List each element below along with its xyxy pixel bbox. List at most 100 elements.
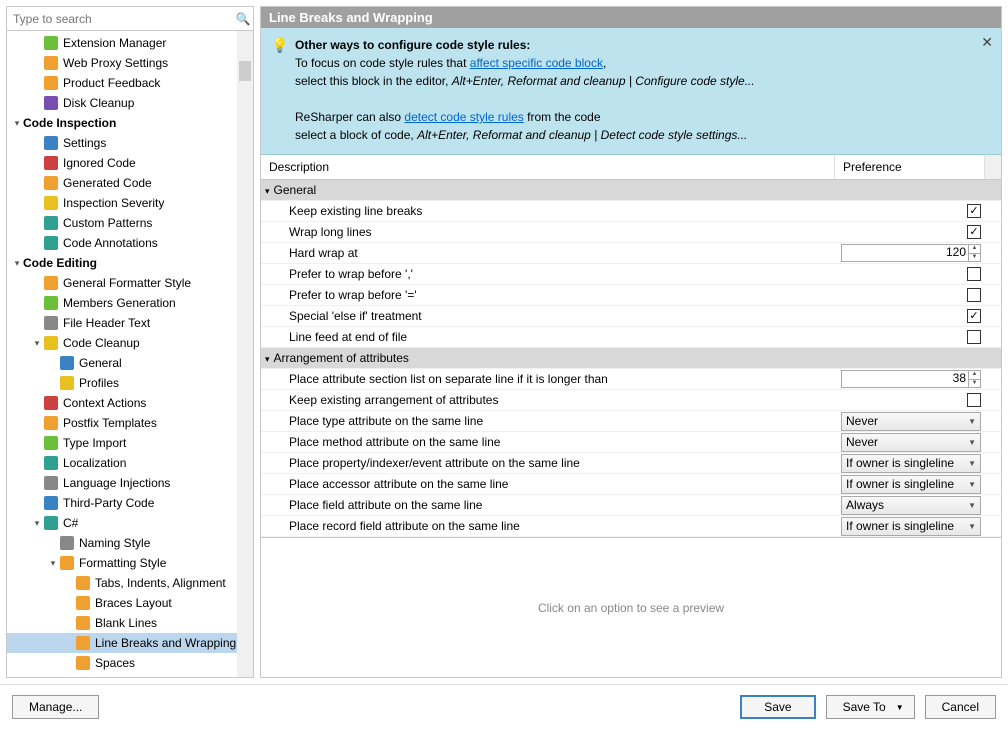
save-button[interactable]: Save bbox=[740, 695, 815, 719]
tree-item-label: General bbox=[79, 356, 122, 370]
tree-item-ignored-code[interactable]: Ignored Code bbox=[7, 153, 253, 173]
tree-item-label: File Header Text bbox=[63, 316, 150, 330]
option-row[interactable]: Place property/indexer/event attribute o… bbox=[261, 453, 1001, 474]
search-icon[interactable]: 🔍 bbox=[233, 12, 253, 26]
tree-item-spaces[interactable]: Spaces bbox=[7, 653, 253, 673]
tree-item-naming-style[interactable]: Naming Style bbox=[7, 533, 253, 553]
tree-item-label: Formatting Style bbox=[79, 556, 166, 570]
tree-item-code-inspection[interactable]: ▾Code Inspection bbox=[7, 113, 253, 133]
node-icon bbox=[43, 335, 59, 351]
tree-item-formatting-style[interactable]: ▾Formatting Style bbox=[7, 553, 253, 573]
search-row: 🔍 bbox=[7, 7, 253, 31]
checkbox[interactable]: ✓ bbox=[967, 225, 981, 239]
group-arrangement-of-attributes[interactable]: ▾Arrangement of attributes bbox=[261, 348, 1001, 369]
tree-scroll[interactable]: Extension Manager Web Proxy Settings Produ… bbox=[7, 31, 253, 677]
option-row[interactable]: Keep existing arrangement of attributes bbox=[261, 390, 1001, 411]
save-to-button[interactable]: Save To▼ bbox=[826, 695, 915, 719]
tree-caret-icon: ▾ bbox=[11, 118, 23, 129]
tree-item-disk-cleanup[interactable]: Disk Cleanup bbox=[7, 93, 253, 113]
option-row[interactable]: Place accessor attribute on the same lin… bbox=[261, 474, 1001, 495]
tree-item-product-feedback[interactable]: Product Feedback bbox=[7, 73, 253, 93]
tree-item-localization[interactable]: Localization bbox=[7, 453, 253, 473]
option-row[interactable]: Hard wrap at120▲▼ bbox=[261, 243, 1001, 264]
dropdown[interactable]: Always▼ bbox=[841, 496, 981, 515]
tree-item-language-injections[interactable]: Language Injections bbox=[7, 473, 253, 493]
tree-item-label: Generated Code bbox=[63, 176, 152, 190]
checkbox[interactable] bbox=[967, 330, 981, 344]
option-row[interactable]: Prefer to wrap before ',' bbox=[261, 264, 1001, 285]
tree-item-custom-patterns[interactable]: Custom Patterns bbox=[7, 213, 253, 233]
option-description: Place property/indexer/event attribute o… bbox=[261, 456, 837, 470]
tree-item-label: Web Proxy Settings bbox=[63, 56, 168, 70]
tree-item-code-cleanup[interactable]: ▾Code Cleanup bbox=[7, 333, 253, 353]
tree-item-file-header-text[interactable]: File Header Text bbox=[7, 313, 253, 333]
option-description: Wrap long lines bbox=[261, 225, 837, 239]
tree-item-line-breaks-and-wrapping[interactable]: Line Breaks and Wrapping bbox=[7, 633, 253, 653]
tree-item-code-annotations[interactable]: Code Annotations bbox=[7, 233, 253, 253]
manage-button[interactable]: Manage... bbox=[12, 695, 99, 719]
tree-item-postfix-templates[interactable]: Postfix Templates bbox=[7, 413, 253, 433]
dropdown[interactable]: If owner is singleline▼ bbox=[841, 454, 981, 473]
search-input[interactable] bbox=[7, 9, 233, 29]
tree-item-generated-code[interactable]: Generated Code bbox=[7, 173, 253, 193]
dropdown[interactable]: Never▼ bbox=[841, 412, 981, 431]
left-panel: 🔍 Extension Manager Web Proxy Settings Pro… bbox=[6, 6, 254, 678]
checkbox[interactable] bbox=[967, 288, 981, 302]
node-icon bbox=[43, 35, 59, 51]
option-row[interactable]: Keep existing line breaks✓ bbox=[261, 201, 1001, 222]
col-description[interactable]: Description bbox=[261, 155, 835, 179]
tree-item-general[interactable]: General bbox=[7, 353, 253, 373]
tree-item-context-actions[interactable]: Context Actions bbox=[7, 393, 253, 413]
grid-body[interactable]: ▾GeneralKeep existing line breaks✓Wrap l… bbox=[261, 180, 1001, 537]
chevron-down-icon: ▾ bbox=[265, 186, 270, 196]
dropdown[interactable]: If owner is singleline▼ bbox=[841, 475, 981, 494]
tree-item-members-generation[interactable]: Members Generation bbox=[7, 293, 253, 313]
tree-item-inspection-severity[interactable]: Inspection Severity bbox=[7, 193, 253, 213]
option-row[interactable]: Place record field attribute on the same… bbox=[261, 516, 1001, 537]
node-icon bbox=[43, 155, 59, 171]
option-row[interactable]: Special 'else if' treatment✓ bbox=[261, 306, 1001, 327]
checkbox[interactable] bbox=[967, 393, 981, 407]
option-row[interactable]: Prefer to wrap before '=' bbox=[261, 285, 1001, 306]
tree-item-tabs-indents-alignment[interactable]: Tabs, Indents, Alignment bbox=[7, 573, 253, 593]
tree-item-extension-manager[interactable]: Extension Manager bbox=[7, 33, 253, 53]
cancel-button[interactable]: Cancel bbox=[925, 695, 996, 719]
tree-item-c-[interactable]: ▾C# bbox=[7, 513, 253, 533]
option-row[interactable]: Line feed at end of file bbox=[261, 327, 1001, 348]
tree-item-web-proxy-settings[interactable]: Web Proxy Settings bbox=[7, 53, 253, 73]
link-detect-rules[interactable]: detect code style rules bbox=[404, 110, 523, 124]
tree-item-label: Localization bbox=[63, 456, 126, 470]
col-preference[interactable]: Preference bbox=[835, 155, 985, 179]
dropdown[interactable]: If owner is singleline▼ bbox=[841, 517, 981, 536]
close-icon[interactable]: ✕ bbox=[981, 34, 993, 51]
dropdown[interactable]: Never▼ bbox=[841, 433, 981, 452]
tree-item-code-editing[interactable]: ▾Code Editing bbox=[7, 253, 253, 273]
node-icon bbox=[43, 75, 59, 91]
tree-item-braces-layout[interactable]: Braces Layout bbox=[7, 593, 253, 613]
checkbox[interactable]: ✓ bbox=[967, 204, 981, 218]
spinner-icon[interactable]: ▲▼ bbox=[968, 371, 980, 387]
option-row[interactable]: Place field attribute on the same lineAl… bbox=[261, 495, 1001, 516]
option-description: Place method attribute on the same line bbox=[261, 435, 837, 449]
tree-item-general-formatter-style[interactable]: General Formatter Style bbox=[7, 273, 253, 293]
option-row[interactable]: Place method attribute on the same line N… bbox=[261, 432, 1001, 453]
tree-item-profiles[interactable]: Profiles bbox=[7, 373, 253, 393]
checkbox[interactable] bbox=[967, 267, 981, 281]
tree-caret-icon: ▾ bbox=[31, 338, 43, 349]
tree-item-label: Postfix Templates bbox=[63, 416, 157, 430]
option-row[interactable]: Place type attribute on the same lineNev… bbox=[261, 411, 1001, 432]
tree-item-blank-lines[interactable]: Blank Lines bbox=[7, 613, 253, 633]
chevron-down-icon: ▼ bbox=[968, 459, 976, 468]
group-general[interactable]: ▾General bbox=[261, 180, 1001, 201]
spinner-icon[interactable]: ▲▼ bbox=[968, 245, 980, 261]
option-row[interactable]: Wrap long lines ✓ bbox=[261, 222, 1001, 243]
option-row[interactable]: Place attribute section list on separate… bbox=[261, 369, 1001, 390]
checkbox[interactable]: ✓ bbox=[967, 309, 981, 323]
number-input[interactable]: 38▲▼ bbox=[841, 370, 981, 388]
tree-item-settings[interactable]: Settings bbox=[7, 133, 253, 153]
link-affect-block[interactable]: affect specific code block bbox=[470, 56, 603, 70]
tree-scrollbar[interactable] bbox=[237, 31, 253, 677]
number-input[interactable]: 120▲▼ bbox=[841, 244, 981, 262]
tree-item-type-import[interactable]: Type Import bbox=[7, 433, 253, 453]
tree-item-third-party-code[interactable]: Third-Party Code bbox=[7, 493, 253, 513]
